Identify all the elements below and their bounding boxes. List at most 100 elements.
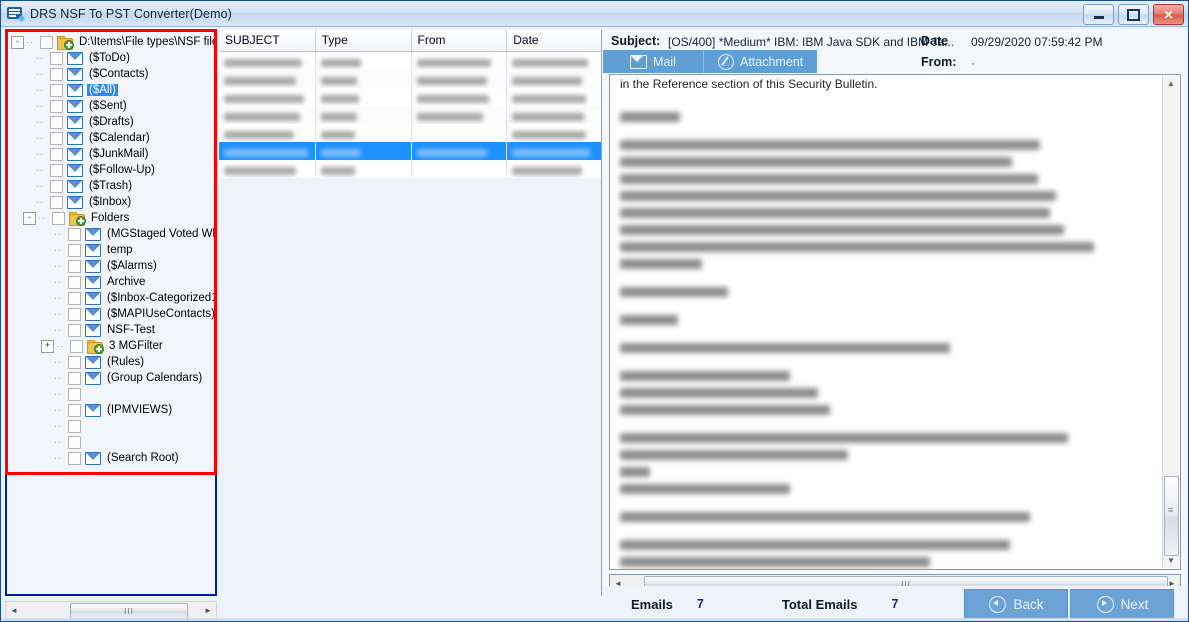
table-row[interactable]	[219, 70, 601, 88]
tree-node-checkbox[interactable]	[68, 371, 81, 385]
table-row[interactable]	[219, 142, 601, 160]
tree-node[interactable]: ·· ($Trash)	[7, 178, 215, 194]
tab-mail[interactable]: Mail	[603, 50, 703, 73]
tree-node-label: ($Trash)	[89, 180, 133, 192]
tree-node[interactable]: ·· ($Follow-Up)	[7, 162, 215, 178]
column-header-subject[interactable]: SUBJECT	[219, 30, 316, 51]
tree-node-checkbox[interactable]	[68, 355, 81, 369]
tree-node[interactable]: ·· ($Drafts)	[7, 114, 215, 130]
email-list-header[interactable]: SUBJECT Type From Date	[219, 30, 601, 52]
table-row[interactable]	[219, 88, 601, 106]
folder-tree-panel[interactable]: -··D:\Items\File types\NSF files\NS··($T…	[5, 30, 217, 596]
tree-scroll-thumb[interactable]: III	[70, 603, 188, 619]
status-bar: Emails 7 Total Emails 7 Back Next	[603, 586, 1188, 621]
tree-node-checkbox[interactable]	[68, 435, 81, 449]
table-row[interactable]	[219, 124, 601, 142]
collapse-icon[interactable]: -	[11, 35, 24, 49]
email-reader-panel: Subject: [OS/400] *Medium* IBM: IBM Java…	[603, 30, 1186, 596]
tree-node[interactable]: ·· (IPMVIEWS)	[7, 402, 215, 418]
email-list-rows[interactable]	[219, 52, 601, 178]
collapse-icon[interactable]: -	[23, 211, 36, 225]
tree-node-checkbox[interactable]	[68, 403, 81, 417]
close-button[interactable]: ✕	[1153, 4, 1184, 25]
tree-node[interactable]: ·· ($Alarms)	[7, 258, 215, 274]
tree-node-checkbox[interactable]	[50, 99, 63, 113]
tree-scroll-right-arrow[interactable]: ►	[200, 602, 216, 618]
tree-node-checkbox[interactable]	[68, 323, 81, 337]
tree-node-checkbox[interactable]	[68, 291, 81, 305]
tree-node-checkbox[interactable]	[50, 179, 63, 193]
maximize-button[interactable]	[1118, 4, 1149, 25]
tree-scroll-left-arrow[interactable]: ◄	[6, 602, 22, 618]
tree-node[interactable]: + ·· 3 MGFilter	[7, 338, 215, 354]
body-scroll-thumb[interactable]	[1164, 476, 1179, 556]
tree-node[interactable]: ·· NSF-Test	[7, 322, 215, 338]
tree-node[interactable]: ··	[7, 434, 215, 450]
tree-node[interactable]: ·· ($Inbox-Categorized1)	[7, 290, 215, 306]
tree-node[interactable]: ·· (MGStaged Voted White	[7, 226, 215, 242]
table-row[interactable]	[219, 160, 601, 178]
tree-node-checkbox[interactable]	[50, 195, 63, 209]
expand-icon[interactable]: +	[41, 339, 54, 353]
tree-node[interactable]: ·· ($Inbox)	[7, 194, 215, 210]
tree-connector: ··	[54, 357, 62, 367]
tree-node[interactable]: ·· ($MAPIUseContacts)	[7, 306, 215, 322]
mail-icon	[67, 52, 83, 65]
tree-node-checkbox[interactable]	[68, 243, 81, 257]
tree-node[interactable]: ·· ($All)	[7, 82, 215, 98]
body-scroll-down-arrow[interactable]: ▼	[1163, 553, 1179, 568]
tree-node-checkbox[interactable]	[50, 163, 63, 177]
tab-attachment[interactable]: Attachment	[703, 50, 818, 73]
tree-node-checkbox[interactable]	[68, 227, 81, 241]
email-body-viewer[interactable]: in the Reference section of this Securit…	[609, 74, 1181, 570]
tree-node[interactable]: ·· ($JunkMail)	[7, 146, 215, 162]
tree-node-checkbox[interactable]	[68, 307, 81, 321]
column-header-date[interactable]: Date	[507, 30, 601, 51]
email-list-panel[interactable]: SUBJECT Type From Date	[219, 30, 602, 596]
table-row[interactable]	[219, 52, 601, 70]
tree-node[interactable]: ·· ($ToDo)	[7, 50, 215, 66]
tree-node[interactable]: ·· ($Contacts)	[7, 66, 215, 82]
column-header-from[interactable]: From	[412, 30, 508, 51]
tree-node-checkbox[interactable]	[50, 51, 63, 65]
tree-node-checkbox[interactable]	[68, 419, 81, 433]
tree-node[interactable]: ·· temp	[7, 242, 215, 258]
table-cell	[219, 70, 316, 88]
tree-node-checkbox[interactable]	[68, 275, 81, 289]
table-row[interactable]	[219, 106, 601, 124]
reader-tabs[interactable]: Mail Attachment	[603, 50, 818, 73]
tree-node-checkbox[interactable]	[50, 147, 63, 161]
tree-node-checkbox[interactable]	[70, 339, 83, 353]
tree-node[interactable]: ·· (Group Calendars)	[7, 370, 215, 386]
tree-node-checkbox[interactable]	[52, 211, 65, 225]
tree-node-checkbox[interactable]	[50, 83, 63, 97]
tree-node-checkbox[interactable]	[50, 131, 63, 145]
next-button[interactable]: Next	[1070, 589, 1175, 619]
tree-node[interactable]: ··	[7, 418, 215, 434]
tree-node[interactable]: ·· ($Sent)	[7, 98, 215, 114]
body-vertical-scrollbar[interactable]: ▲ ▼	[1162, 76, 1179, 568]
tree-node-checkbox[interactable]	[68, 259, 81, 273]
tree-connector: ··	[36, 117, 44, 127]
tree-node[interactable]: ·· (Search Root)	[7, 450, 215, 466]
tree-node[interactable]: ·· ($Calendar)	[7, 130, 215, 146]
folder-tree[interactable]: -··D:\Items\File types\NSF files\NS··($T…	[7, 32, 215, 466]
back-button[interactable]: Back	[964, 589, 1069, 619]
tree-scroll-track[interactable]: III	[22, 602, 200, 619]
tree-node[interactable]: - ·· Folders	[7, 210, 215, 226]
body-scroll-up-arrow[interactable]: ▲	[1163, 76, 1179, 91]
tree-horizontal-scrollbar[interactable]: ◄ III ►	[5, 601, 217, 619]
tree-node-label: ($Inbox)	[89, 196, 132, 208]
tree-node[interactable]: ·· (Rules)	[7, 354, 215, 370]
tree-root-node[interactable]: -·· D:\Items\File types\NSF files\NS	[7, 34, 215, 50]
tree-node-checkbox[interactable]	[68, 451, 81, 465]
tree-node-checkbox[interactable]	[68, 387, 81, 401]
tree-node-checkbox[interactable]	[50, 115, 63, 129]
tree-node[interactable]: ··	[7, 386, 215, 402]
tree-node-checkbox[interactable]	[50, 67, 63, 81]
column-header-type[interactable]: Type	[316, 30, 412, 51]
minimize-button[interactable]	[1083, 4, 1114, 25]
tree-node-checkbox[interactable]	[40, 35, 53, 49]
tree-node[interactable]: ·· Archive	[7, 274, 215, 290]
